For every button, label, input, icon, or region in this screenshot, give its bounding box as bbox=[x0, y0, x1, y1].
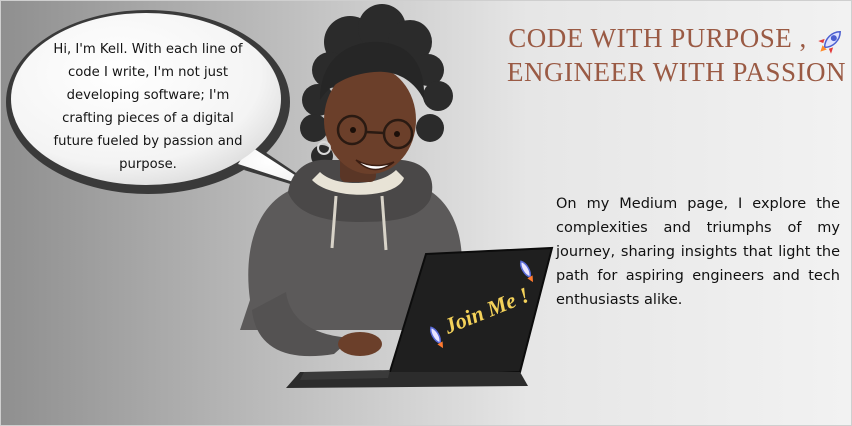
medium-banner: Join Me ! Hi, I'm Kell. With each line o… bbox=[0, 0, 852, 426]
headline: CODE WITH PURPOSE , ENGINEER WITH PASSIO… bbox=[446, 22, 846, 89]
headline-line-2: ENGINEER WITH PASSION bbox=[506, 56, 846, 87]
headline-line-1: CODE WITH PURPOSE , bbox=[508, 23, 807, 53]
description-text: On my Medium page, I explore the complex… bbox=[556, 196, 840, 308]
speech-bubble-text: Hi, I'm Kell. With each line of code I w… bbox=[53, 42, 243, 172]
rocket-icon bbox=[818, 30, 841, 54]
